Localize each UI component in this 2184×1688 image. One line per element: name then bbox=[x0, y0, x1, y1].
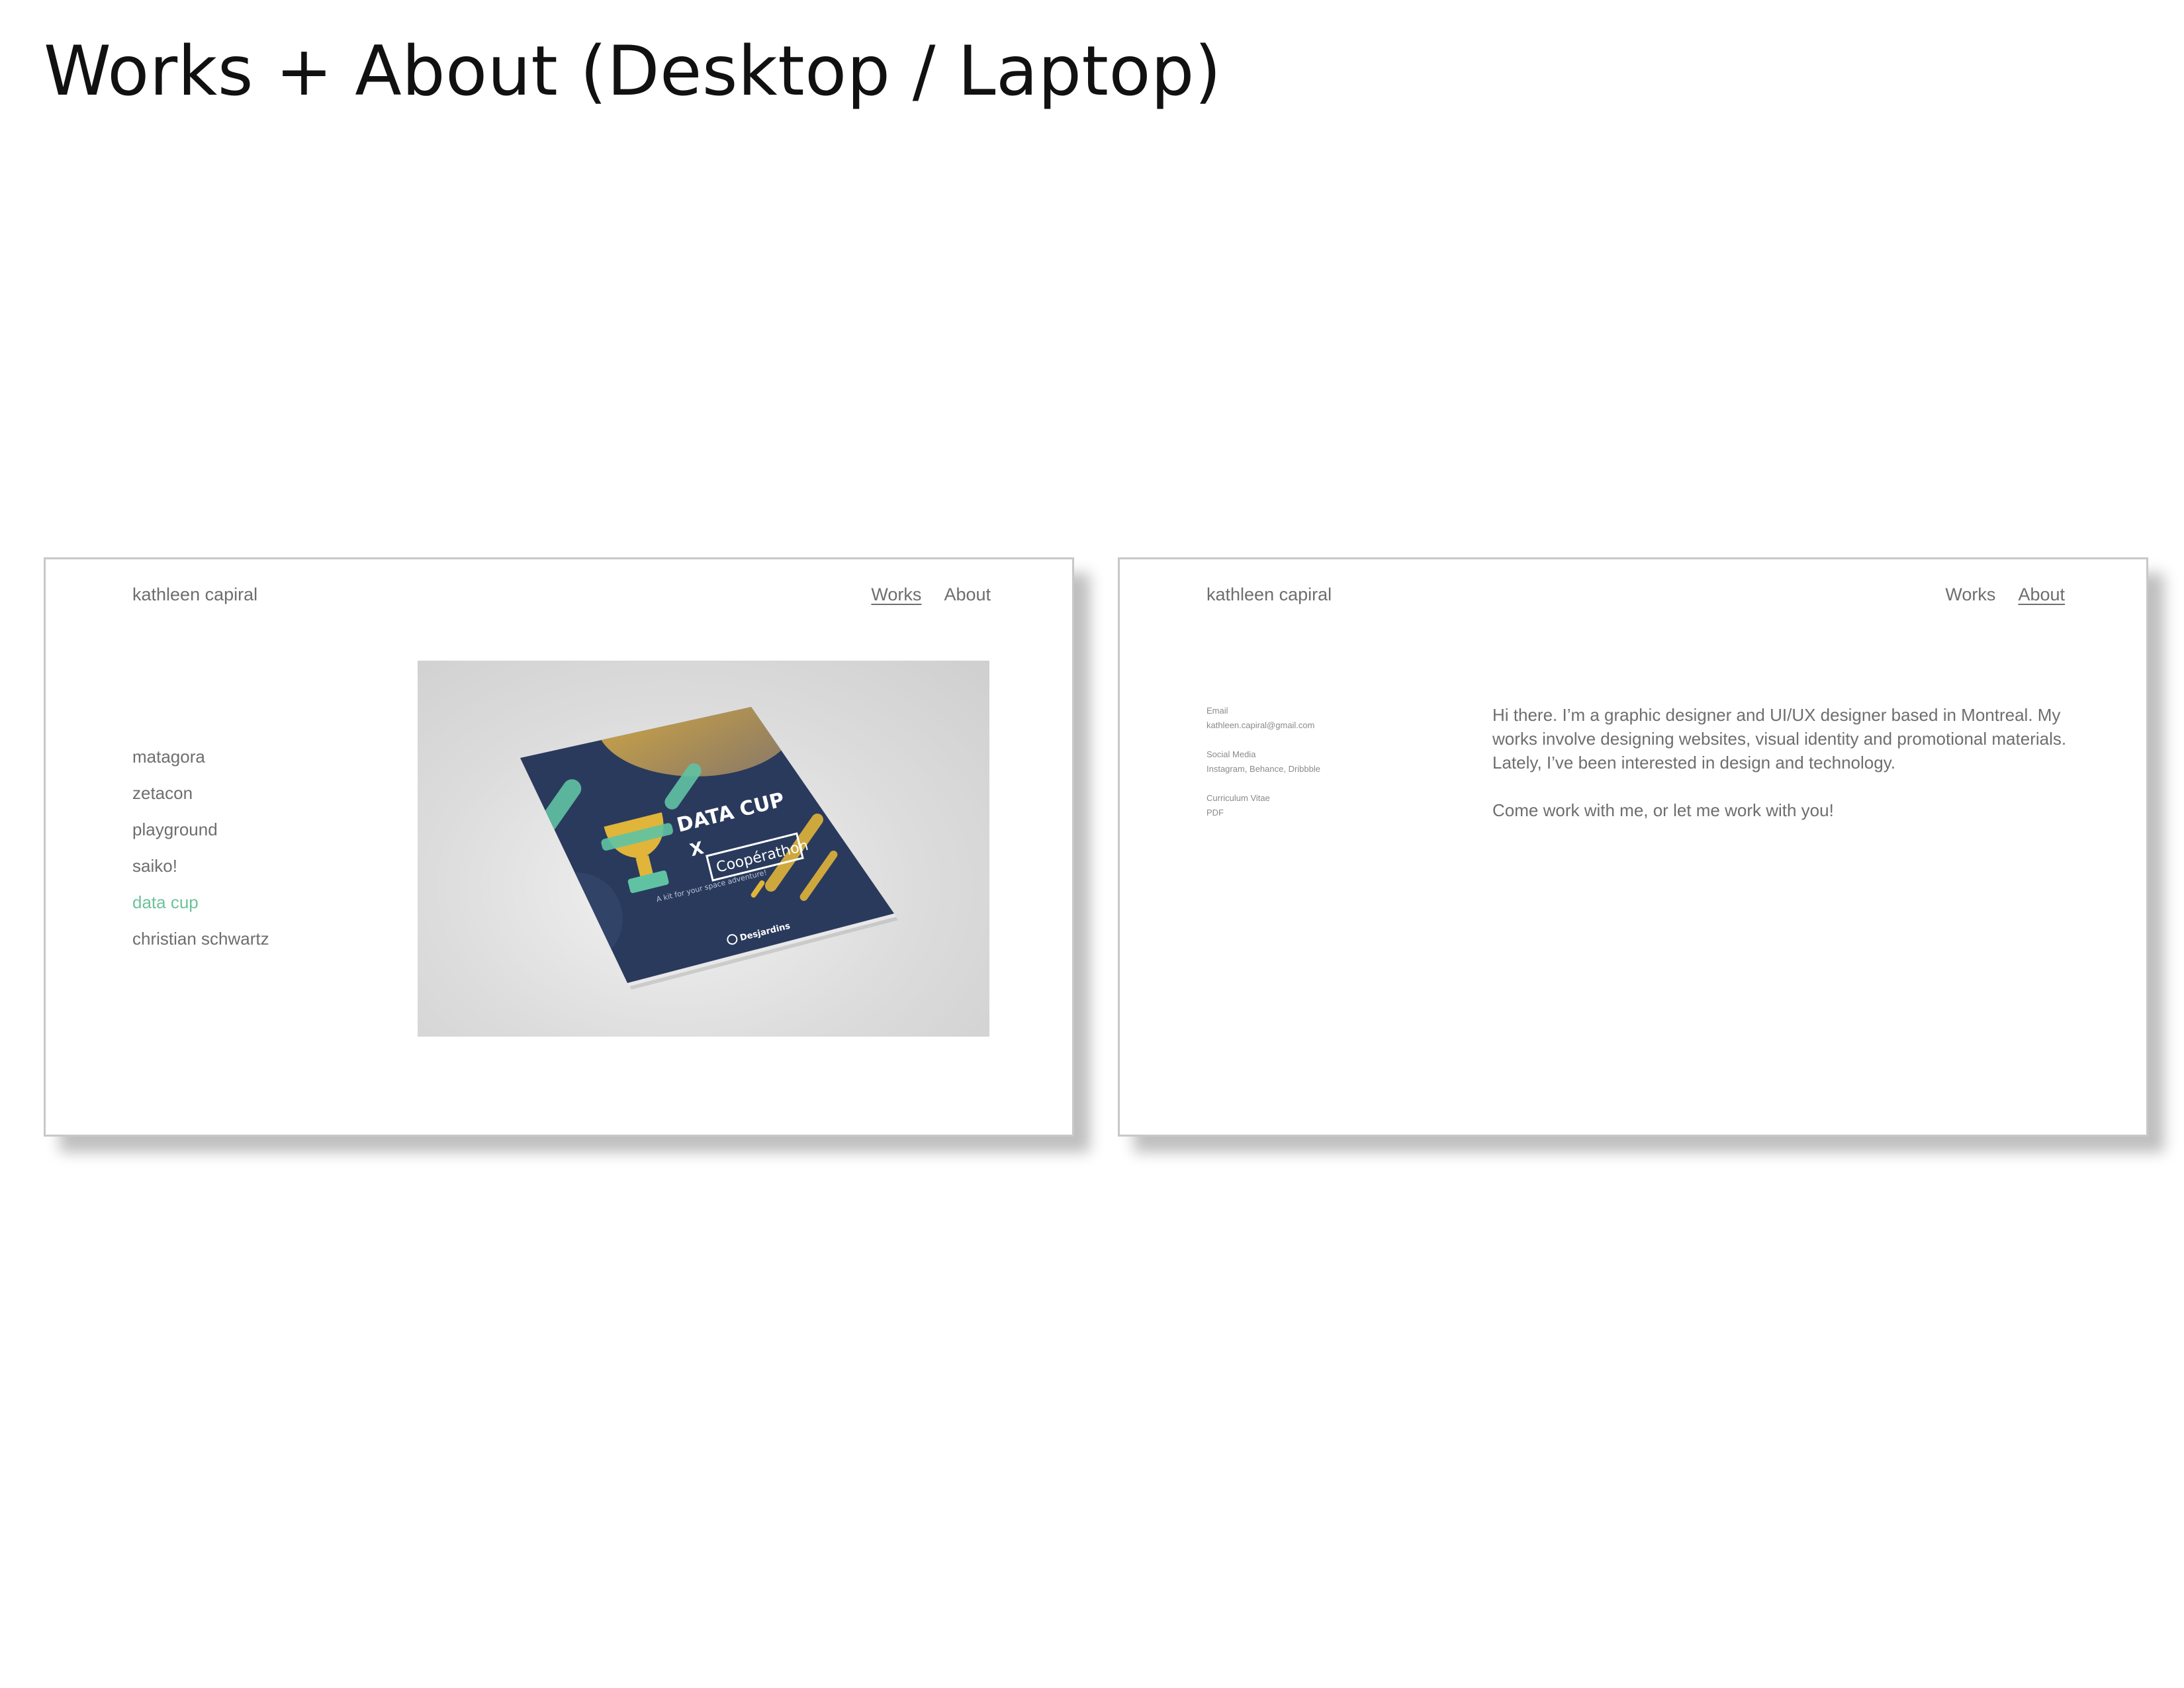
project-item-matagora[interactable]: matagora bbox=[132, 747, 269, 783]
bio-paragraph-intro: Hi there. I’m a graphic designer and UI/… bbox=[1492, 705, 2067, 773]
email-label: Email bbox=[1206, 706, 1228, 716]
contact-email: Email kathleen.capiral@gmail.com bbox=[1206, 704, 1320, 733]
project-list: matagora zetacon playground saiko! data … bbox=[132, 747, 269, 965]
project-item-playground[interactable]: playground bbox=[132, 820, 269, 856]
contact-info: Email kathleen.capiral@gmail.com Social … bbox=[1206, 704, 1320, 835]
cv-label: Curriculum Vitae bbox=[1206, 793, 1270, 803]
project-preview-image[interactable]: DATA CUP X Coopérathon A kit for your sp… bbox=[418, 661, 989, 1037]
nav-works-link[interactable]: Works bbox=[1945, 585, 1995, 605]
project-item-christian-schwartz[interactable]: christian schwartz bbox=[132, 929, 269, 965]
nav-about-link[interactable]: About bbox=[2018, 585, 2065, 605]
brand-logo[interactable]: kathleen capiral bbox=[132, 585, 257, 605]
cv-pdf-link[interactable]: PDF bbox=[1206, 806, 1320, 820]
top-nav: Works About bbox=[871, 585, 991, 605]
nav-about-link[interactable]: About bbox=[944, 585, 991, 605]
email-link[interactable]: kathleen.capiral@gmail.com bbox=[1206, 718, 1320, 733]
social-links[interactable]: Instagram, Behance, Dribbble bbox=[1206, 762, 1320, 776]
contact-social: Social Media Instagram, Behance, Dribbbl… bbox=[1206, 747, 1320, 776]
bio-paragraph-cta: Come work with me, or let me work with y… bbox=[1492, 800, 1834, 820]
brand-logo[interactable]: kathleen capiral bbox=[1206, 585, 1332, 605]
nav-works-link[interactable]: Works bbox=[871, 585, 921, 605]
top-nav: Works About bbox=[1945, 585, 2065, 605]
works-page-mockup: kathleen capiral Works About matagora ze… bbox=[44, 557, 1074, 1137]
project-item-data-cup[interactable]: data cup bbox=[132, 892, 269, 929]
project-item-zetacon[interactable]: zetacon bbox=[132, 783, 269, 820]
gold-planet bbox=[596, 707, 795, 776]
social-label: Social Media bbox=[1206, 749, 1256, 759]
project-item-saiko[interactable]: saiko! bbox=[132, 856, 269, 892]
page-title: Works + About (Desktop / Laptop) bbox=[44, 32, 1222, 111]
contact-cv: Curriculum Vitae PDF bbox=[1206, 791, 1320, 820]
about-page-mockup: kathleen capiral Works About Email kathl… bbox=[1118, 557, 2148, 1137]
booklet-mockup: DATA CUP X Coopérathon A kit for your sp… bbox=[520, 707, 898, 990]
bio-text: Hi there. I’m a graphic designer and UI/… bbox=[1492, 703, 2075, 846]
